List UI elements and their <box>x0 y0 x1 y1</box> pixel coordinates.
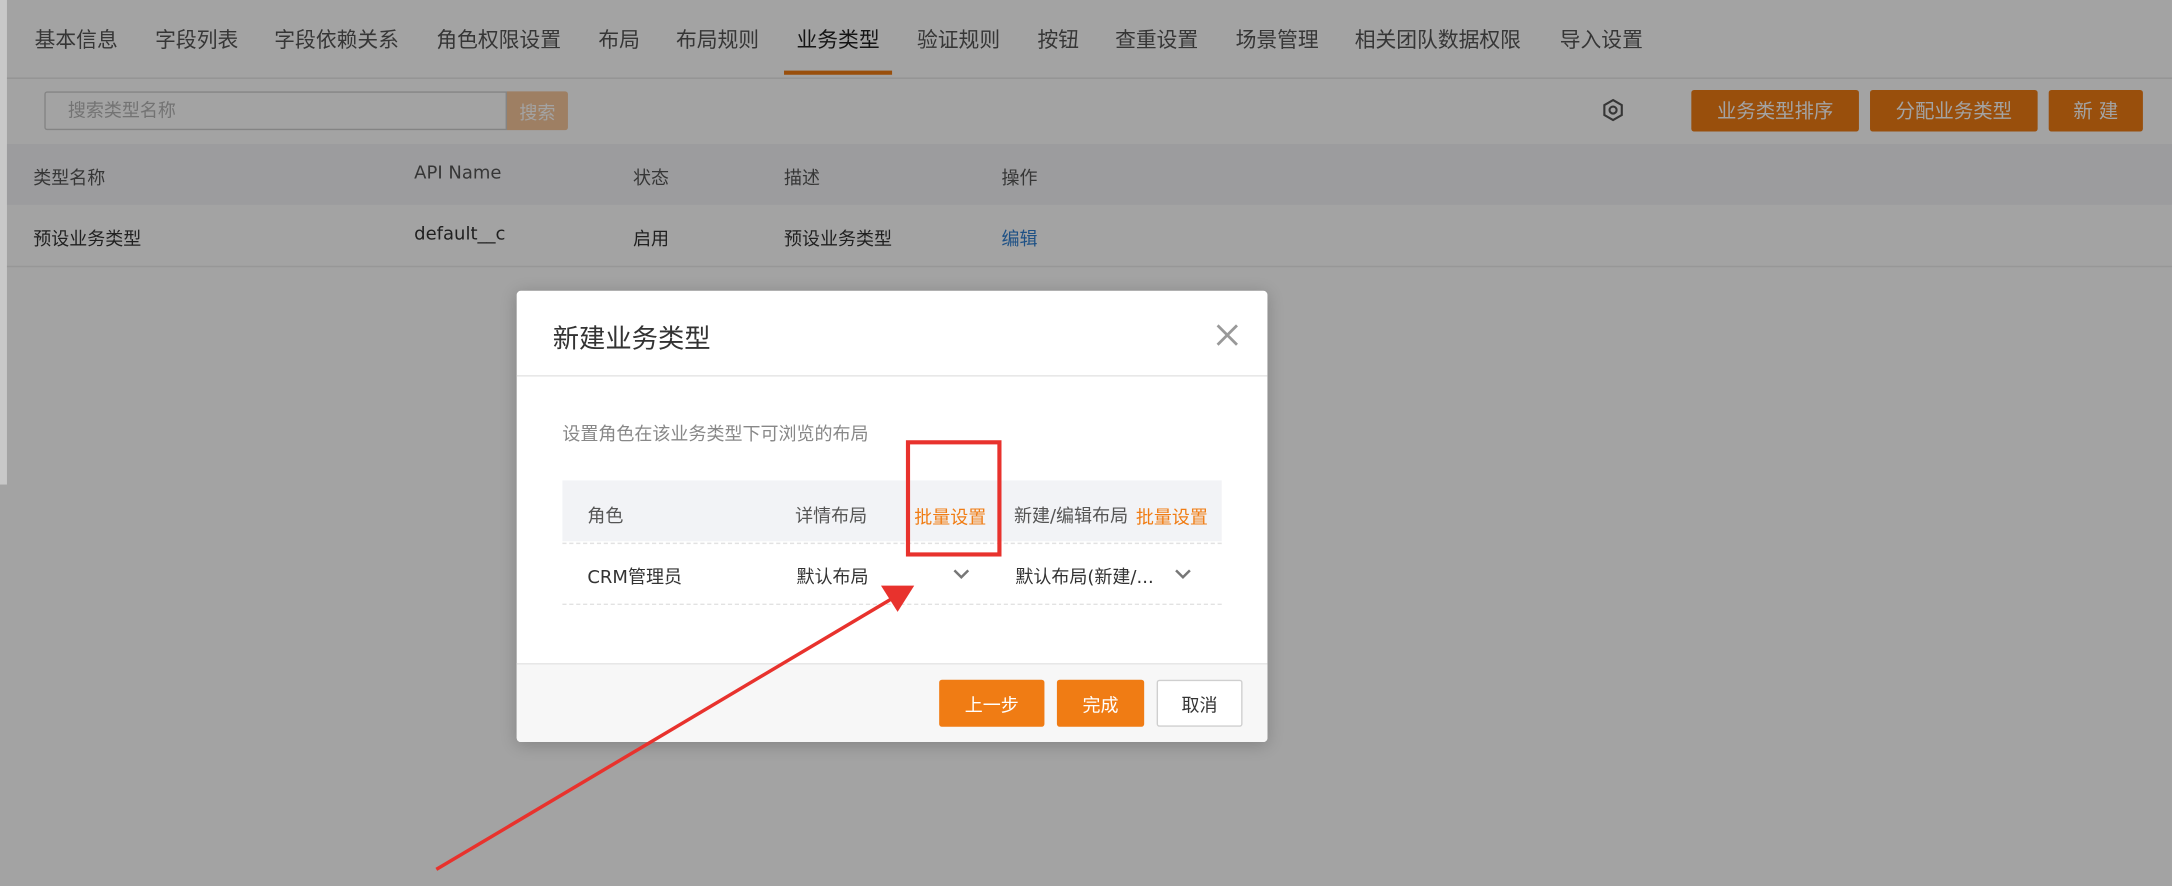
layout-table-row: CRM管理员 默认布局 默认布局(新建/... <box>562 542 1222 605</box>
previous-step-button[interactable]: 上一步 <box>939 679 1045 727</box>
column-header-role: 角色 <box>587 506 624 528</box>
column-header-edit-layout: 新建/编辑布局 <box>1013 506 1129 528</box>
dialog-description: 设置角色在该业务类型下可浏览的布局 <box>562 425 869 446</box>
cancel-button[interactable]: 取消 <box>1156 679 1243 727</box>
annotation-highlight-box <box>905 440 1002 557</box>
page-scrollbar[interactable] <box>0 0 7 485</box>
cell-role: CRM管理员 <box>587 567 682 589</box>
detail-layout-select[interactable]: 默认布局 <box>796 562 868 589</box>
finish-button[interactable]: 完成 <box>1056 679 1145 727</box>
layout-table-header: 角色 详情布局 批量设置 新建/编辑布局 批量设置 <box>562 480 1222 542</box>
dialog-header: 新建业务类型 <box>516 291 1268 377</box>
dialog-footer: 上一步 完成 取消 <box>516 663 1268 743</box>
column-header-detail-layout: 详情布局 <box>795 506 868 528</box>
new-business-type-dialog: 新建业务类型 设置角色在该业务类型下可浏览的布局 角色 详情布局 批量设置 新建… <box>516 290 1268 743</box>
page: 基本信息 字段列表 字段依赖关系 角色权限设置 布局 布局规则 业务类型 验证规… <box>0 0 2172 886</box>
batch-set-edit-layout-link[interactable]: 批量设置 <box>1136 503 1208 529</box>
chevron-down-icon[interactable] <box>1175 569 1192 580</box>
edit-layout-select[interactable]: 默认布局(新建/... <box>1015 562 1153 589</box>
dialog-title: 新建业务类型 <box>552 323 711 355</box>
close-icon[interactable] <box>1213 321 1241 349</box>
chevron-down-icon[interactable] <box>953 569 970 580</box>
